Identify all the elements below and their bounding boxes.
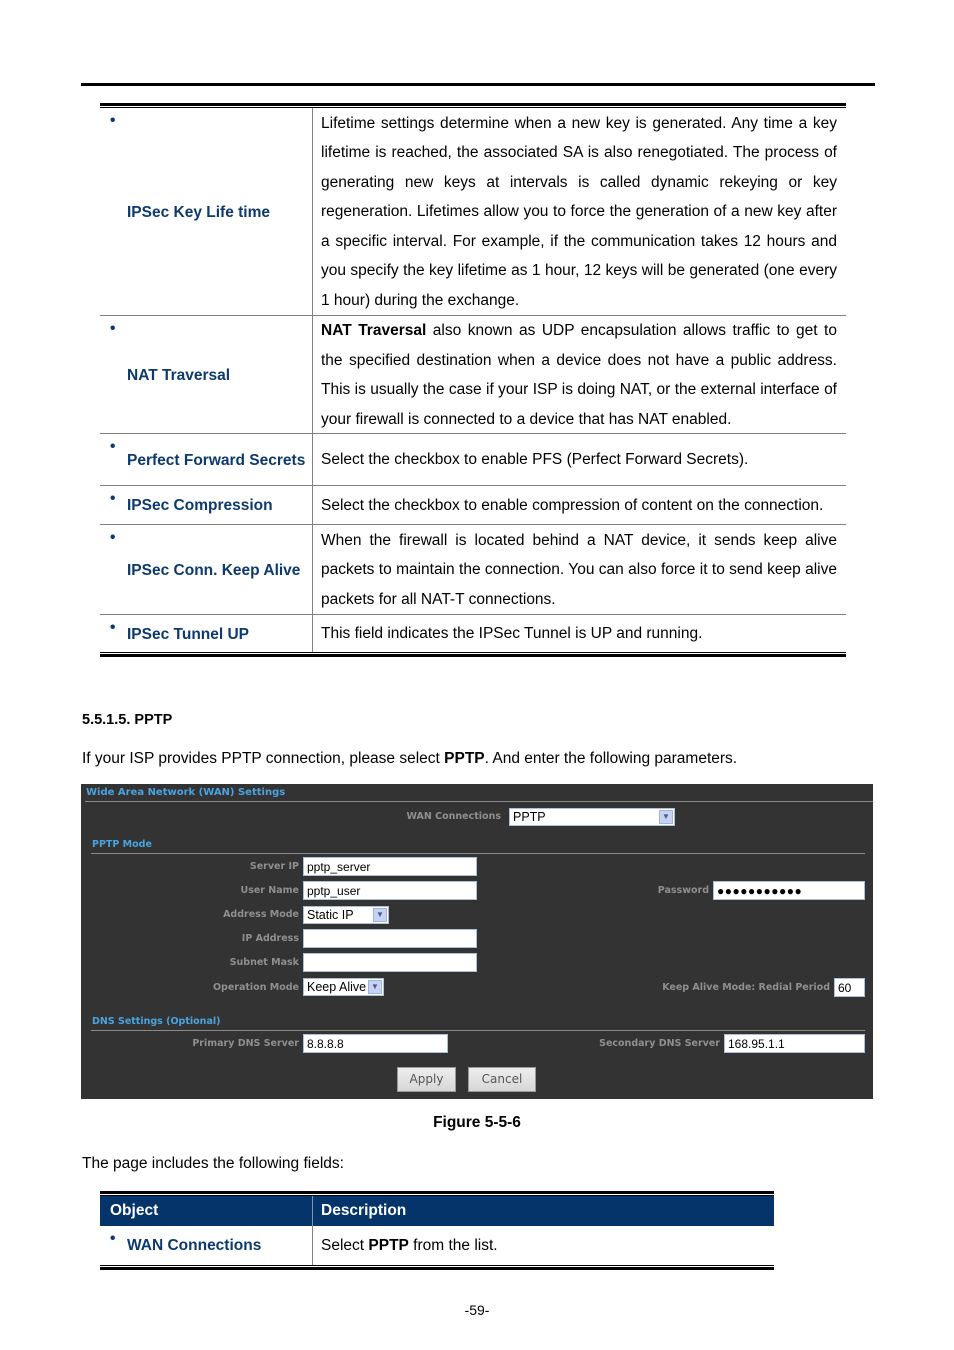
redial-period-label: Keep Alive Mode: Redial Period bbox=[662, 982, 830, 993]
description-text: Select PPTP from the list. bbox=[321, 1231, 498, 1261]
header-separator bbox=[312, 1196, 313, 1226]
dns-settings-rule bbox=[91, 1030, 865, 1031]
cancel-button[interactable]: Cancel bbox=[468, 1067, 536, 1092]
desc-post: from the list. bbox=[408, 1236, 498, 1254]
description-cell: Select the checkbox to enable compressio… bbox=[321, 486, 837, 525]
primary-dns-label: Primary DNS Server bbox=[192, 1038, 299, 1049]
password-label: Password bbox=[657, 885, 709, 896]
fields-intro: The page includes the following fields: bbox=[82, 1155, 344, 1172]
wan-connections-select[interactable]: PPTP ▼ bbox=[509, 808, 675, 826]
intro-paragraph: If your ISP provides PPTP connection, pl… bbox=[82, 750, 737, 768]
description-text: This field indicates the IPSec Tunnel is… bbox=[321, 625, 703, 643]
chevron-down-icon[interactable]: ▼ bbox=[659, 810, 673, 824]
subnet-mask-label: Subnet Mask bbox=[229, 957, 299, 968]
table-bottom-rule bbox=[100, 1265, 774, 1270]
ip-address-label: IP Address bbox=[241, 933, 299, 944]
panel-title: Wide Area Network (WAN) Settings bbox=[86, 787, 286, 798]
primary-dns-input[interactable]: 8.8.8.8 bbox=[303, 1034, 448, 1053]
object-label: NAT Traversal bbox=[127, 366, 231, 384]
header-description: Description bbox=[321, 1202, 407, 1219]
chevron-down-icon[interactable]: ▼ bbox=[368, 980, 382, 994]
table-row: • Perfect Forward Secrets Select the chec… bbox=[100, 434, 846, 486]
chevron-down-icon[interactable]: ▼ bbox=[373, 908, 387, 922]
object-cell: • NAT Traversal bbox=[100, 316, 312, 434]
description-cell: When the firewall is located behind a NA… bbox=[321, 525, 837, 615]
desc-pre: Select bbox=[321, 1236, 369, 1254]
secondary-dns-label: Secondary DNS Server bbox=[599, 1038, 720, 1049]
pptp-mode-title: PPTP Mode bbox=[92, 839, 152, 850]
password-input[interactable]: ●●●●●●●●●●● bbox=[713, 881, 865, 900]
header-rule bbox=[81, 83, 875, 86]
apply-button[interactable]: Apply bbox=[397, 1067, 456, 1092]
address-mode-select[interactable]: Static IP ▼ bbox=[303, 906, 389, 924]
page-number: -59- bbox=[464, 1302, 490, 1318]
description-cell: This field indicates the IPSec Tunnel is… bbox=[321, 615, 837, 653]
description-text: Select the checkbox to enable PFS (Perfe… bbox=[321, 451, 749, 469]
intro-bold: PPTP bbox=[444, 750, 485, 767]
title-rule bbox=[85, 801, 873, 802]
intro-text-end: . And enter the following parameters. bbox=[484, 750, 738, 767]
description-cell: Lifetime settings determine when a new k… bbox=[321, 108, 837, 316]
figure-caption: Figure 5-5-6 bbox=[433, 1114, 521, 1131]
description-cell: Select PPTP from the list. bbox=[321, 1226, 761, 1265]
table-row: • NAT Traversal NAT Traversal also known … bbox=[100, 316, 846, 434]
object-label: IPSec Tunnel UP bbox=[127, 625, 250, 643]
object-cell: • IPSec Compression bbox=[100, 486, 312, 525]
object-cell: • IPSec Conn. Keep Alive bbox=[100, 525, 312, 615]
object-label: WAN Connections bbox=[127, 1237, 262, 1254]
object-label: Perfect Forward Secrets bbox=[127, 451, 306, 469]
user-name-label: User Name bbox=[240, 885, 299, 896]
pptp-mode-rule bbox=[91, 853, 865, 854]
desc-bold: PPTP bbox=[368, 1236, 409, 1254]
dns-settings-title: DNS Settings (Optional) bbox=[92, 1016, 221, 1027]
object-cell: • IPSec Tunnel UP bbox=[100, 615, 312, 653]
description-text: Lifetime settings determine when a new k… bbox=[321, 114, 837, 309]
object-cell: • Perfect Forward Secrets bbox=[100, 434, 312, 486]
object-label: IPSec Compression bbox=[127, 497, 273, 514]
user-name-input[interactable]: pptp_user bbox=[303, 881, 477, 900]
server-ip-input[interactable]: pptp_server bbox=[303, 857, 477, 876]
server-ip-label: Server IP bbox=[249, 861, 299, 872]
wan-connections-value: PPTP bbox=[513, 810, 546, 824]
table-row: • IPSec Conn. Keep Alive When the firewal… bbox=[100, 525, 846, 615]
subnet-mask-input[interactable] bbox=[303, 953, 477, 972]
redial-period-input[interactable]: 60 bbox=[834, 978, 865, 997]
description-bold: NAT Traversal bbox=[321, 322, 427, 339]
operation-mode-select[interactable]: Keep Alive ▼ bbox=[303, 978, 384, 996]
secondary-dns-input[interactable]: 168.95.1.1 bbox=[724, 1034, 865, 1053]
section-heading: 5.5.1.5. PPTP bbox=[82, 712, 173, 728]
address-mode-value: Static IP bbox=[307, 908, 354, 922]
table-row: • IPSec Key Life time Lifetime settings d… bbox=[100, 108, 846, 316]
object-cell: • WAN Connections bbox=[100, 1226, 312, 1265]
wan-connections-label: WAN Connections bbox=[406, 811, 501, 822]
header-object: Object bbox=[110, 1202, 159, 1219]
operation-mode-value: Keep Alive bbox=[307, 980, 367, 994]
object-cell: • IPSec Key Life time bbox=[100, 108, 312, 316]
wan-settings-panel: Wide Area Network (WAN) Settings WAN Con… bbox=[81, 784, 873, 1099]
object-label: IPSec Key Life time bbox=[127, 203, 271, 221]
table-bottom-rule bbox=[100, 652, 846, 657]
object-label: IPSec Conn. Keep Alive bbox=[127, 561, 301, 579]
operation-mode-label: Operation Mode bbox=[212, 982, 299, 993]
description-cell: Select the checkbox to enable PFS (Perfe… bbox=[321, 434, 837, 486]
intro-text: If your ISP provides PPTP connection, pl… bbox=[82, 750, 445, 767]
address-mode-label: Address Mode bbox=[223, 909, 299, 920]
description-text: NAT Traversal also known as UDP encapsul… bbox=[321, 316, 837, 434]
description-text: When the firewall is located behind a NA… bbox=[321, 531, 837, 608]
ip-address-input[interactable] bbox=[303, 929, 477, 948]
table-row: • IPSec Compression Select the checkbox t… bbox=[100, 486, 846, 525]
table-row: • IPSec Tunnel UP This field indicates th… bbox=[100, 615, 846, 653]
description-text: Select the checkbox to enable compressio… bbox=[321, 496, 824, 514]
table-header: Object Description bbox=[100, 1196, 774, 1226]
table-row: • WAN Connections Select PPTP from the li… bbox=[100, 1226, 774, 1265]
description-cell: NAT Traversal also known as UDP encapsul… bbox=[321, 316, 837, 434]
